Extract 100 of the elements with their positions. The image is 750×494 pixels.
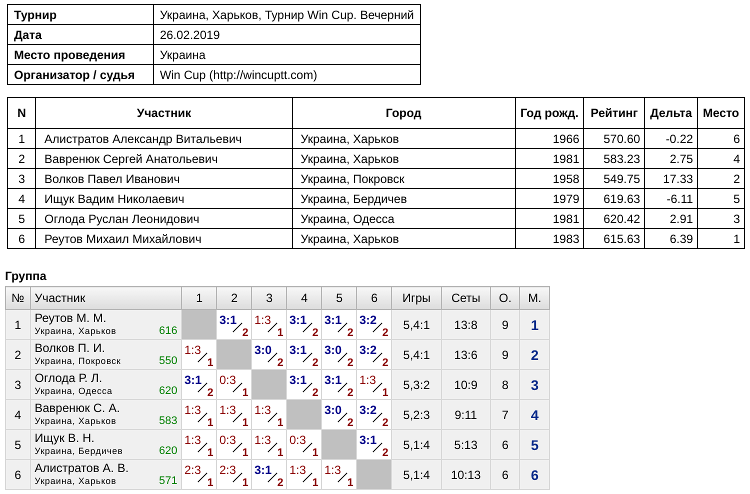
field-value: 26.02.2019 (153, 24, 420, 44)
field-value: Украина (153, 44, 420, 64)
table-cell: 2 (8, 148, 36, 168)
table-cell: 3 (8, 168, 36, 188)
table-cell: 2 (6, 340, 30, 370)
column-header: 6 (356, 286, 392, 310)
player-city: Украина, Бердичев (34, 445, 123, 458)
column-header: М. (520, 286, 550, 310)
table-cell: 4 (698, 148, 744, 168)
player-rating: 616 (159, 325, 178, 338)
table-cell: 9 (490, 310, 520, 340)
table-cell: 1966 (515, 128, 584, 148)
player-name: Оглода Р. Л. (34, 371, 104, 385)
match-result: 3:1 2 (182, 370, 217, 400)
table-cell: 1979 (515, 188, 584, 208)
column-header: 2 (216, 286, 252, 310)
table-cell: 1981 (515, 148, 584, 168)
player-rating: 620 (159, 385, 178, 398)
table-cell: -6.11 (644, 188, 698, 208)
table-cell: 1 (8, 128, 36, 148)
player-city: Украина, Харьков (34, 415, 116, 428)
field-value: Украина, Харьков, Турнир Win Cup. Вечерний (153, 4, 420, 24)
table-cell: 8 (490, 370, 520, 400)
match-result: 3:0 2 (252, 340, 287, 370)
table-cell: 4 (6, 400, 30, 430)
table-cell: 5:13 (441, 430, 491, 460)
table-cell: 615.63 (584, 228, 645, 248)
player-city: Украина, Одесса (34, 385, 112, 398)
table-cell: 5 (8, 208, 36, 228)
field-label: Организатор / судья (8, 64, 154, 84)
table-cell: Украина, Одесса (292, 208, 516, 228)
table-cell: Оглода Руслан Леонидович (36, 208, 292, 228)
column-header: Место (698, 98, 744, 128)
table-cell: 2.91 (644, 208, 698, 228)
player-city: Украина, Харьков (34, 325, 116, 338)
match-result: 3:2 2 (356, 340, 392, 370)
match-result: 1:3 1 (252, 430, 287, 460)
player-name: Вавренюк С. А. (34, 401, 121, 415)
column-header: Участник (30, 286, 182, 310)
player-name: Ищук В. Н. (34, 431, 96, 445)
table-cell: 620.42 (584, 208, 645, 228)
table-cell: 5,2:3 (392, 400, 442, 430)
field-label: Место проведения (8, 44, 154, 64)
player-name: Волков П. И. (34, 341, 106, 355)
column-header: 4 (286, 286, 322, 310)
table-cell: Украина, Харьков (292, 128, 516, 148)
match-result: 3:0 2 (322, 400, 357, 430)
table-cell: 17.33 (644, 168, 698, 188)
player-rating: 620 (159, 445, 178, 458)
player-rating: 571 (159, 475, 178, 488)
player-rating: 583 (159, 415, 178, 428)
field-label: Дата (8, 24, 154, 44)
table-cell: Реутов Михаил Михайлович (36, 228, 292, 248)
place-cell: 2 (520, 340, 550, 370)
table-cell: 583.23 (584, 148, 645, 168)
match-result: 3:1 2 (216, 310, 252, 340)
column-header: 1 (182, 286, 217, 310)
table-cell: 1981 (515, 208, 584, 228)
field-label: Турнир (8, 4, 154, 24)
table-cell: 6 (8, 228, 36, 248)
table-cell: 1983 (515, 228, 584, 248)
match-result: 3:1 2 (286, 310, 322, 340)
table-cell: 2 (698, 168, 744, 188)
table-cell: Украина, Харьков (292, 228, 516, 248)
match-result: 3:1 2 (252, 460, 287, 490)
table-cell: 3 (698, 208, 744, 228)
match-result: 0:3 1 (286, 430, 322, 460)
column-header: Город (292, 98, 516, 128)
table-cell: Волков Павел Иванович (36, 168, 292, 188)
table-cell: Украина, Покровск (292, 168, 516, 188)
column-header: Год рожд. (515, 98, 584, 128)
table-cell: 1958 (515, 168, 584, 188)
place-cell: 6 (520, 460, 550, 490)
match-result: 1:3 1 (356, 370, 392, 400)
table-cell: 6 (490, 430, 520, 460)
table-cell: 5,1:4 (392, 460, 442, 490)
place-cell: 1 (520, 310, 550, 340)
table-cell: Алистратов Александр Витальевич (36, 128, 292, 148)
match-result: 1:3 1 (182, 400, 217, 430)
match-result: 3:1 2 (286, 340, 322, 370)
match-result: 0:3 1 (216, 430, 252, 460)
table-cell: 4 (8, 188, 36, 208)
table-cell: 10:9 (441, 370, 491, 400)
column-header: Рейтинг (584, 98, 645, 128)
table-cell: 13:8 (441, 310, 491, 340)
player-city: Украина, Покровск (34, 355, 121, 368)
table-cell: 549.75 (584, 168, 645, 188)
player-rating: 550 (159, 355, 178, 368)
match-result: 1:3 1 (252, 310, 287, 340)
match-result: 2:3 1 (216, 460, 252, 490)
table-cell: 5,4:1 (392, 340, 442, 370)
column-header: Дельта (644, 98, 698, 128)
match-result: 3:1 2 (322, 370, 357, 400)
match-result: 3:1 2 (286, 370, 322, 400)
match-result: 1:3 1 (322, 460, 357, 490)
match-result: 3:2 2 (356, 400, 392, 430)
match-result: 3:2 2 (356, 310, 392, 340)
match-result: 1:3 1 (182, 430, 217, 460)
match-result: 1:3 1 (252, 400, 287, 430)
place-cell: 5 (520, 430, 550, 460)
